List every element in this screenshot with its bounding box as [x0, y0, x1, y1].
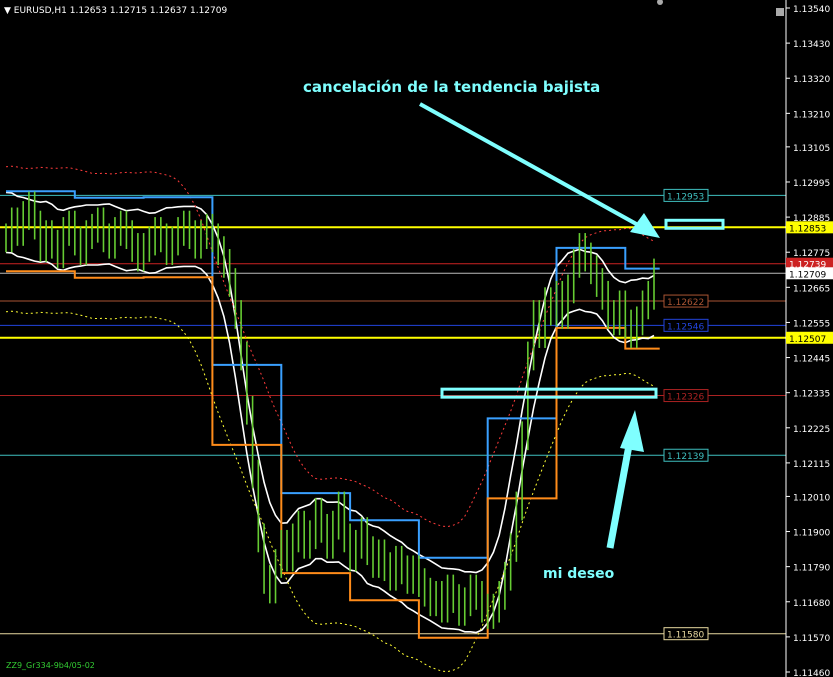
- axis-tick-label: 1.13105: [793, 144, 830, 154]
- axis-tick-label: 1.13540: [793, 5, 830, 15]
- axis-tick-label: 1.11680: [793, 599, 830, 609]
- level-label: 1.12953: [667, 192, 704, 202]
- axis-tick-label: 1.12335: [793, 390, 830, 400]
- price-chart[interactable]: 1.13540 1.13430 1.13320 1.13210 1.13105 1.129…: [0, 0, 833, 677]
- level-label: 1.11580: [667, 631, 704, 641]
- axis-price-label: 1.12507: [789, 335, 826, 345]
- level-label: 1.12546: [667, 322, 704, 332]
- axis-tick-label: 1.13430: [793, 40, 830, 50]
- axis-tick-label: 1.12445: [793, 355, 830, 365]
- indicator-footer: ZZ9_Gr334-9b4/05-02: [6, 661, 95, 670]
- axis-tick-label: 1.12225: [793, 425, 830, 435]
- axis-tick-label: 1.13210: [793, 110, 830, 120]
- chart-shift-icon[interactable]: [776, 8, 784, 16]
- axis-price-label: 1.12853: [789, 224, 826, 234]
- axis-tick-label: 1.12555: [793, 319, 830, 329]
- axis-tick-label: 1.12995: [793, 179, 830, 189]
- axis-tick-label: 1.13320: [793, 75, 830, 85]
- axis-tick-label: 1.11460: [793, 669, 830, 677]
- chart-header: ▼ EURUSD,H1 1.12653 1.12715 1.12637 1.12…: [4, 6, 227, 16]
- trend-cancel-annotation: cancelación de la tendencia bajista: [303, 78, 600, 96]
- axis-tick-label: 1.11790: [793, 564, 830, 574]
- level-label: 1.12622: [667, 298, 704, 308]
- axis-price-label: 1.12709: [789, 270, 826, 280]
- my-wish-annotation: mi deseo: [543, 566, 615, 582]
- axis-tick-label: 1.11570: [793, 634, 830, 644]
- axis-tick-label: 1.11900: [793, 529, 830, 539]
- axis-tick-label: 1.12010: [793, 493, 830, 503]
- level-label: 1.12139: [667, 452, 704, 462]
- level-label: 1.12326: [667, 393, 704, 403]
- axis-tick-label: 1.12665: [793, 284, 830, 294]
- axis-tick-label: 1.12115: [793, 460, 830, 470]
